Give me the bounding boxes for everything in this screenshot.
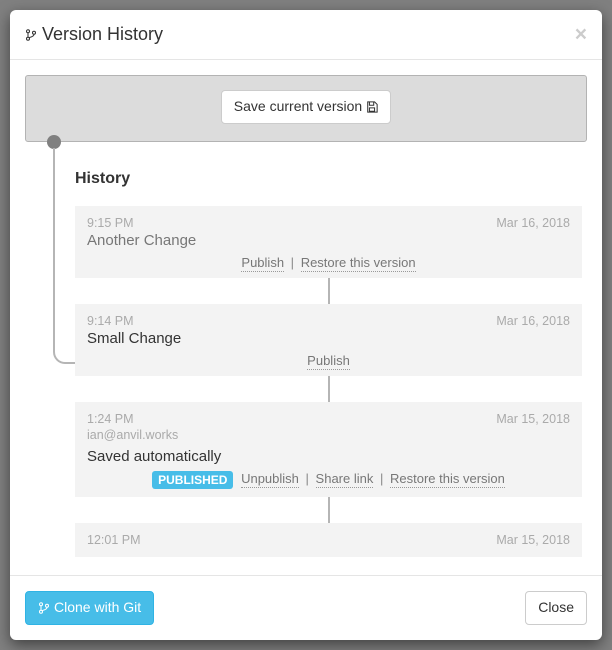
branch-icon — [38, 601, 50, 615]
timeline-connector — [328, 376, 330, 402]
entry-time: 12:01 PM — [87, 533, 141, 547]
branch-icon — [25, 28, 37, 42]
version-history-modal: Version History × Save current version H… — [10, 10, 602, 640]
entry-author: ian@anvil.works — [87, 428, 570, 442]
modal-title-text: Version History — [42, 24, 163, 45]
modal-body: Save current version History 9:15 PM Mar… — [10, 60, 602, 575]
timeline-rail — [53, 148, 55, 346]
entry-date: Mar 15, 2018 — [496, 533, 570, 547]
timeline-connector — [328, 278, 330, 304]
share-link[interactable]: Share link — [316, 471, 374, 488]
entry-meta: 9:15 PM Mar 16, 2018 — [87, 216, 570, 230]
entry-actions: Publish | Restore this version — [87, 255, 570, 270]
entry-meta: 9:14 PM Mar 16, 2018 — [87, 314, 570, 328]
save-version-label: Save current version — [234, 97, 362, 117]
close-button[interactable]: Close — [525, 591, 587, 625]
save-icon — [366, 100, 378, 114]
entry-title: Saved automatically — [87, 448, 570, 465]
entry-time: 9:15 PM — [87, 216, 134, 230]
entry-meta: 12:01 PM Mar 15, 2018 — [87, 533, 570, 547]
timeline-rail-curve — [53, 344, 75, 364]
entry-title: Small Change — [87, 330, 570, 347]
entry-meta: 1:24 PM Mar 15, 2018 — [87, 412, 570, 426]
entry-date: Mar 16, 2018 — [496, 216, 570, 230]
publish-link[interactable]: Publish — [241, 255, 284, 272]
modal-header: Version History × — [10, 10, 602, 60]
entry-actions: Publish — [87, 353, 570, 368]
restore-link[interactable]: Restore this version — [301, 255, 416, 272]
publish-link[interactable]: Publish — [307, 353, 350, 370]
history-entry: 9:14 PM Mar 16, 2018 Small Change Publis… — [75, 304, 582, 376]
clone-git-label: Clone with Git — [54, 598, 141, 618]
restore-link[interactable]: Restore this version — [390, 471, 505, 488]
timeline-head-marker — [47, 135, 61, 149]
clone-git-button[interactable]: Clone with Git — [25, 591, 154, 625]
save-panel: Save current version — [25, 75, 587, 142]
modal-title: Version History — [25, 24, 163, 45]
entry-date: Mar 16, 2018 — [496, 314, 570, 328]
history-entry: 1:24 PM Mar 15, 2018 ian@anvil.works Sav… — [75, 402, 582, 497]
entry-actions: PUBLISHED Unpublish | Share link | Resto… — [87, 471, 570, 489]
timeline: History 9:15 PM Mar 16, 2018 Another Cha… — [25, 142, 587, 557]
separator: | — [380, 471, 383, 486]
separator: | — [291, 255, 294, 270]
history-entry: 9:15 PM Mar 16, 2018 Another Change Publ… — [75, 206, 582, 278]
entry-title: Another Change — [87, 232, 570, 249]
close-label: Close — [538, 598, 574, 618]
separator: | — [306, 471, 309, 486]
close-icon[interactable]: × — [575, 24, 587, 45]
history-scroll[interactable]: Save current version History 9:15 PM Mar… — [25, 75, 587, 560]
history-heading: History — [75, 170, 582, 188]
entry-date: Mar 15, 2018 — [496, 412, 570, 426]
timeline-connector — [328, 497, 330, 523]
modal-footer: Clone with Git Close — [10, 575, 602, 640]
history-entry: 12:01 PM Mar 15, 2018 — [75, 523, 582, 557]
entry-time: 9:14 PM — [87, 314, 134, 328]
unpublish-link[interactable]: Unpublish — [241, 471, 299, 488]
entry-time: 1:24 PM — [87, 412, 134, 426]
published-badge: PUBLISHED — [152, 471, 233, 489]
save-version-button[interactable]: Save current version — [221, 90, 391, 124]
